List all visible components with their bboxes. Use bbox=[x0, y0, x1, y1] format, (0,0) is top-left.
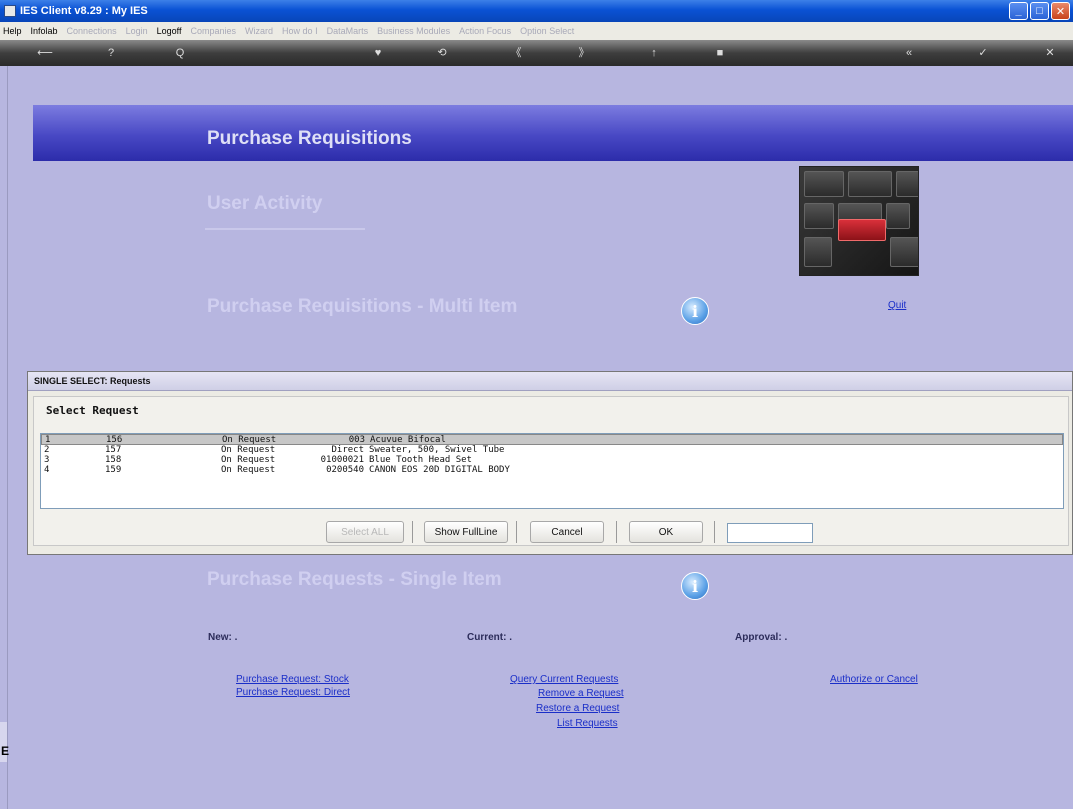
section-multi-item: Purchase Requisitions - Multi Item bbox=[207, 296, 518, 317]
new-label: New: . bbox=[208, 632, 238, 643]
up-icon[interactable]: ↑ bbox=[647, 45, 661, 61]
row-number: 3 bbox=[44, 455, 50, 465]
filter-input[interactable] bbox=[727, 523, 813, 543]
menu-connections[interactable]: Connections bbox=[67, 26, 117, 36]
request-status: On Request bbox=[222, 435, 277, 445]
menu-how-do-i[interactable]: How do I bbox=[282, 26, 318, 36]
approval-label: Approval: . bbox=[735, 632, 788, 643]
request-id: 158 bbox=[105, 455, 122, 465]
link-purchase-request-stock[interactable]: Purchase Request: Stock bbox=[236, 674, 349, 685]
list-item[interactable]: 1 156 On Request 003 Acuvue Bifocal bbox=[41, 434, 1063, 445]
close-icon[interactable]: ✕ bbox=[1043, 45, 1057, 61]
section-single-item: Purchase Requests - Single Item bbox=[207, 569, 502, 590]
button-separator bbox=[412, 521, 413, 543]
menu-datamarts[interactable]: DataMarts bbox=[327, 26, 369, 36]
item-code: Direct bbox=[331, 445, 364, 455]
link-purchase-request-direct[interactable]: Purchase Request: Direct bbox=[236, 687, 350, 698]
window-title: IES Client v8.29 : My IES bbox=[20, 5, 148, 17]
app-icon bbox=[4, 5, 16, 17]
window-titlebar: IES Client v8.29 : My IES _ □ ✕ bbox=[0, 0, 1073, 22]
row-number: 2 bbox=[44, 445, 50, 455]
request-id: 159 bbox=[105, 465, 122, 475]
item-description: CANON EOS 20D DIGITAL BODY bbox=[369, 465, 510, 475]
close-window-button[interactable]: ✕ bbox=[1051, 2, 1070, 20]
link-list-requests[interactable]: List Requests bbox=[557, 718, 618, 729]
help-icon[interactable]: ? bbox=[104, 45, 118, 61]
item-description: Blue Tooth Head Set bbox=[369, 455, 472, 465]
info-icon[interactable]: i bbox=[681, 572, 709, 600]
section-divider bbox=[205, 228, 365, 230]
item-code: 0200540 bbox=[326, 465, 364, 475]
show-full-line-button[interactable]: Show FullLine bbox=[424, 521, 508, 543]
link-remove-request[interactable]: Remove a Request bbox=[538, 688, 624, 699]
stop-icon[interactable]: ■ bbox=[713, 45, 727, 61]
link-query-current-requests[interactable]: Query Current Requests bbox=[510, 674, 618, 685]
toolbar: ⟵ ? Q ♥ ⟲ 《 》 ↑ ■ « ✓ ✕ bbox=[0, 40, 1073, 66]
section-user-activity: User Activity bbox=[207, 193, 323, 214]
link-restore-request[interactable]: Restore a Request bbox=[536, 703, 619, 714]
current-label: Current: . bbox=[467, 632, 512, 643]
menu-business-modules[interactable]: Business Modules bbox=[377, 26, 450, 36]
button-separator bbox=[714, 521, 715, 543]
menu-wizard[interactable]: Wizard bbox=[245, 26, 273, 36]
dismiss-icon[interactable]: « bbox=[902, 45, 916, 61]
row-number: 1 bbox=[45, 435, 51, 445]
select-heading: Select Request bbox=[46, 404, 139, 417]
select-all-button[interactable]: Select ALL bbox=[326, 521, 404, 543]
request-id: 156 bbox=[106, 435, 123, 445]
request-id: 157 bbox=[105, 445, 122, 455]
confirm-icon[interactable]: ✓ bbox=[976, 45, 990, 61]
menu-help[interactable]: Help bbox=[3, 26, 22, 36]
link-authorize-or-cancel[interactable]: Authorize or Cancel bbox=[830, 674, 918, 685]
ok-button[interactable]: OK bbox=[629, 521, 703, 543]
request-list[interactable]: 1 156 On Request 003 Acuvue Bifocal 2 157 On Re… bbox=[40, 433, 1064, 509]
dialog-title: SINGLE SELECT: Requests bbox=[28, 372, 1072, 391]
menu-login[interactable]: Login bbox=[126, 26, 148, 36]
menu-infolab[interactable]: Infolab bbox=[31, 26, 58, 36]
keyboard-image bbox=[799, 166, 919, 276]
rewind-icon[interactable]: 《 bbox=[507, 45, 525, 61]
page-banner bbox=[33, 105, 1073, 161]
request-status: On Request bbox=[221, 445, 276, 455]
menu-companies[interactable]: Companies bbox=[191, 26, 237, 36]
left-strip: E bbox=[0, 722, 10, 762]
left-strip-glyph: E bbox=[1, 744, 10, 758]
item-code: 003 bbox=[348, 435, 365, 445]
menu-option-select[interactable]: Option Select bbox=[520, 26, 574, 36]
item-code: 01000021 bbox=[320, 455, 364, 465]
item-description: Sweater, 500, Swivel Tube bbox=[369, 445, 505, 455]
list-item[interactable]: 4 159 On Request 0200540 CANON EOS 20D DIGIT… bbox=[41, 465, 1063, 475]
button-separator bbox=[616, 521, 617, 543]
list-item[interactable]: 2 157 On Request Direct Sweater, 500, Swivel… bbox=[41, 445, 1063, 455]
row-number: 4 bbox=[44, 465, 50, 475]
heart-icon[interactable]: ♥ bbox=[371, 45, 385, 61]
menu-action-focus[interactable]: Action Focus bbox=[459, 26, 511, 36]
page-title: Purchase Requisitions bbox=[207, 128, 412, 149]
maximize-button[interactable]: □ bbox=[1030, 2, 1049, 20]
select-dialog: SINGLE SELECT: Requests Select Request 1… bbox=[27, 371, 1073, 555]
menubar: Help Infolab Connections Login Logoff Co… bbox=[0, 22, 1073, 40]
request-status: On Request bbox=[221, 455, 276, 465]
search-icon[interactable]: Q bbox=[173, 45, 187, 61]
refresh-icon[interactable]: ⟲ bbox=[435, 45, 449, 61]
back-arrow-icon[interactable]: ⟵ bbox=[30, 45, 60, 61]
quit-link[interactable]: Quit bbox=[888, 300, 906, 311]
list-item[interactable]: 3 158 On Request 01000021 Blue Tooth Head Se… bbox=[41, 455, 1063, 465]
cancel-button[interactable]: Cancel bbox=[530, 521, 604, 543]
minimize-button[interactable]: _ bbox=[1009, 2, 1028, 20]
item-description: Acuvue Bifocal bbox=[370, 435, 446, 445]
menu-logoff[interactable]: Logoff bbox=[157, 26, 182, 36]
forward-icon[interactable]: 》 bbox=[575, 45, 593, 61]
button-separator bbox=[516, 521, 517, 543]
info-icon[interactable]: i bbox=[681, 297, 709, 325]
request-status: On Request bbox=[221, 465, 276, 475]
dialog-panel: Select Request 1 156 On Request 003 Acuvue B… bbox=[33, 396, 1069, 546]
